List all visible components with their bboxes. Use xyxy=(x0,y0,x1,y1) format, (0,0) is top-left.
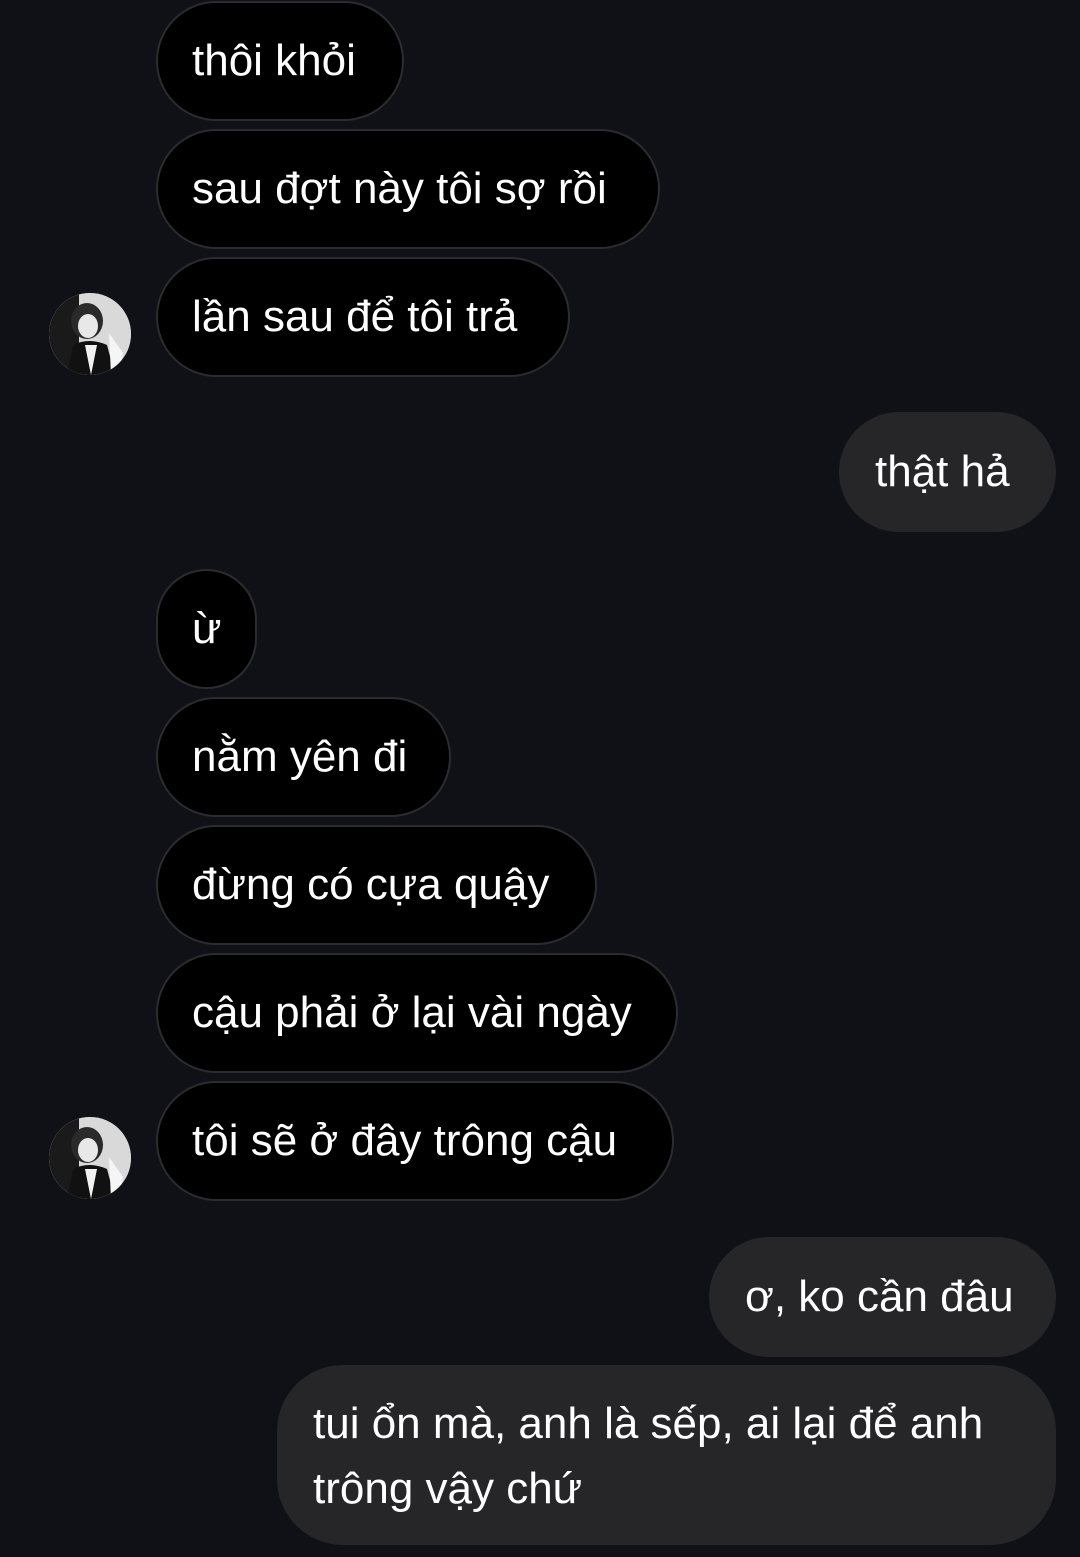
message-text: tui ổn mà, anh là sếp, ai lại để anh trô… xyxy=(313,1399,984,1513)
message-outgoing[interactable]: tui ổn mà, anh là sếp, ai lại để anh trô… xyxy=(277,1365,1056,1545)
message-text: lần sau để tôi trả xyxy=(192,292,518,341)
profile-avatar-icon xyxy=(49,293,131,375)
message-incoming[interactable]: tôi sẽ ở đây trông cậu xyxy=(156,1081,674,1201)
message-text: tôi sẽ ở đây trông cậu xyxy=(192,1116,618,1165)
message-text: nằm yên đi xyxy=(192,732,408,781)
message-incoming[interactable]: đừng có cựa quậy xyxy=(156,825,597,945)
sender-avatar[interactable] xyxy=(49,1117,131,1199)
message-incoming[interactable]: ừ xyxy=(156,569,257,689)
message-text: sau đợt này tôi sợ rồi xyxy=(192,164,607,213)
message-incoming[interactable]: thôi khỏi xyxy=(156,1,404,121)
chat-thread[interactable]: thôi khỏi sau đợt này tôi sợ rồi lần sau… xyxy=(0,0,1080,1557)
message-text: thôi khỏi xyxy=(192,36,356,85)
message-outgoing[interactable]: thật hả xyxy=(839,412,1056,532)
message-incoming[interactable]: cậu phải ở lại vài ngày xyxy=(156,953,678,1073)
message-text: ơ, ko cần đâu xyxy=(745,1272,1014,1321)
message-incoming[interactable]: nằm yên đi xyxy=(156,697,451,817)
message-text: thật hả xyxy=(875,447,1010,496)
profile-avatar-icon xyxy=(49,1117,131,1199)
message-incoming[interactable]: sau đợt này tôi sợ rồi xyxy=(156,129,660,249)
message-outgoing[interactable]: ơ, ko cần đâu xyxy=(709,1237,1056,1357)
message-text: đừng có cựa quậy xyxy=(192,860,550,909)
message-incoming[interactable]: lần sau để tôi trả xyxy=(156,257,570,377)
message-text: cậu phải ở lại vài ngày xyxy=(192,988,632,1037)
sender-avatar[interactable] xyxy=(49,293,131,375)
message-text: ừ xyxy=(192,604,222,653)
